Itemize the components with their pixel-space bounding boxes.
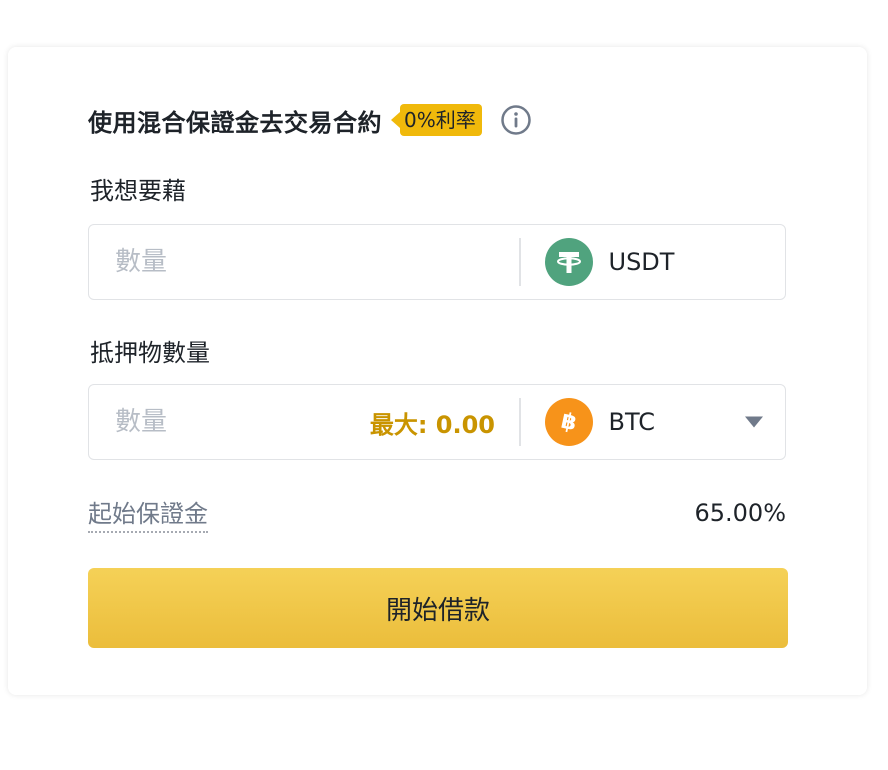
borrow-amount-label: 我想要藉 xyxy=(90,177,186,205)
borrow-coin-selector[interactable]: USDT xyxy=(521,225,786,299)
card-title: 使用混合保證金去交易合約 xyxy=(88,108,382,137)
collateral-coin-name: BTC xyxy=(608,408,655,436)
collateral-amount-field-wrapper: 最大: 0.00 xyxy=(89,385,519,459)
borrow-amount-row: USDT xyxy=(88,224,786,300)
borrow-amount-field-wrapper xyxy=(89,225,519,299)
borrow-card: 使用混合保證金去交易合約 0%利率 我想要藉 USDT xyxy=(8,47,867,695)
svg-text:฿: ฿ xyxy=(558,409,578,437)
borrow-coin-name: USDT xyxy=(608,248,675,276)
caret-down-icon[interactable] xyxy=(745,416,763,428)
start-borrowing-button[interactable]: 開始借款 xyxy=(88,568,788,648)
info-icon[interactable] xyxy=(500,104,532,136)
tether-icon xyxy=(544,238,593,286)
collateral-coin-selector[interactable]: ฿ BTC xyxy=(521,385,786,459)
card-header: 使用混合保證金去交易合約 0%利率 xyxy=(88,103,532,137)
max-amount-label[interactable]: 最大: 0.00 xyxy=(370,405,495,440)
initial-margin-label[interactable]: 起始保證金 xyxy=(88,494,208,533)
collateral-amount-label: 抵押物數量 xyxy=(90,339,210,367)
collateral-amount-input[interactable] xyxy=(113,406,357,438)
collateral-amount-row: 最大: 0.00 ฿ BTC xyxy=(88,384,786,460)
initial-margin-row: 起始保證金 65.00% xyxy=(88,493,786,533)
bitcoin-icon: ฿ xyxy=(544,398,593,446)
initial-margin-value: 65.00% xyxy=(694,499,786,527)
borrow-amount-input[interactable] xyxy=(113,246,357,278)
rate-badge: 0%利率 xyxy=(400,104,482,136)
